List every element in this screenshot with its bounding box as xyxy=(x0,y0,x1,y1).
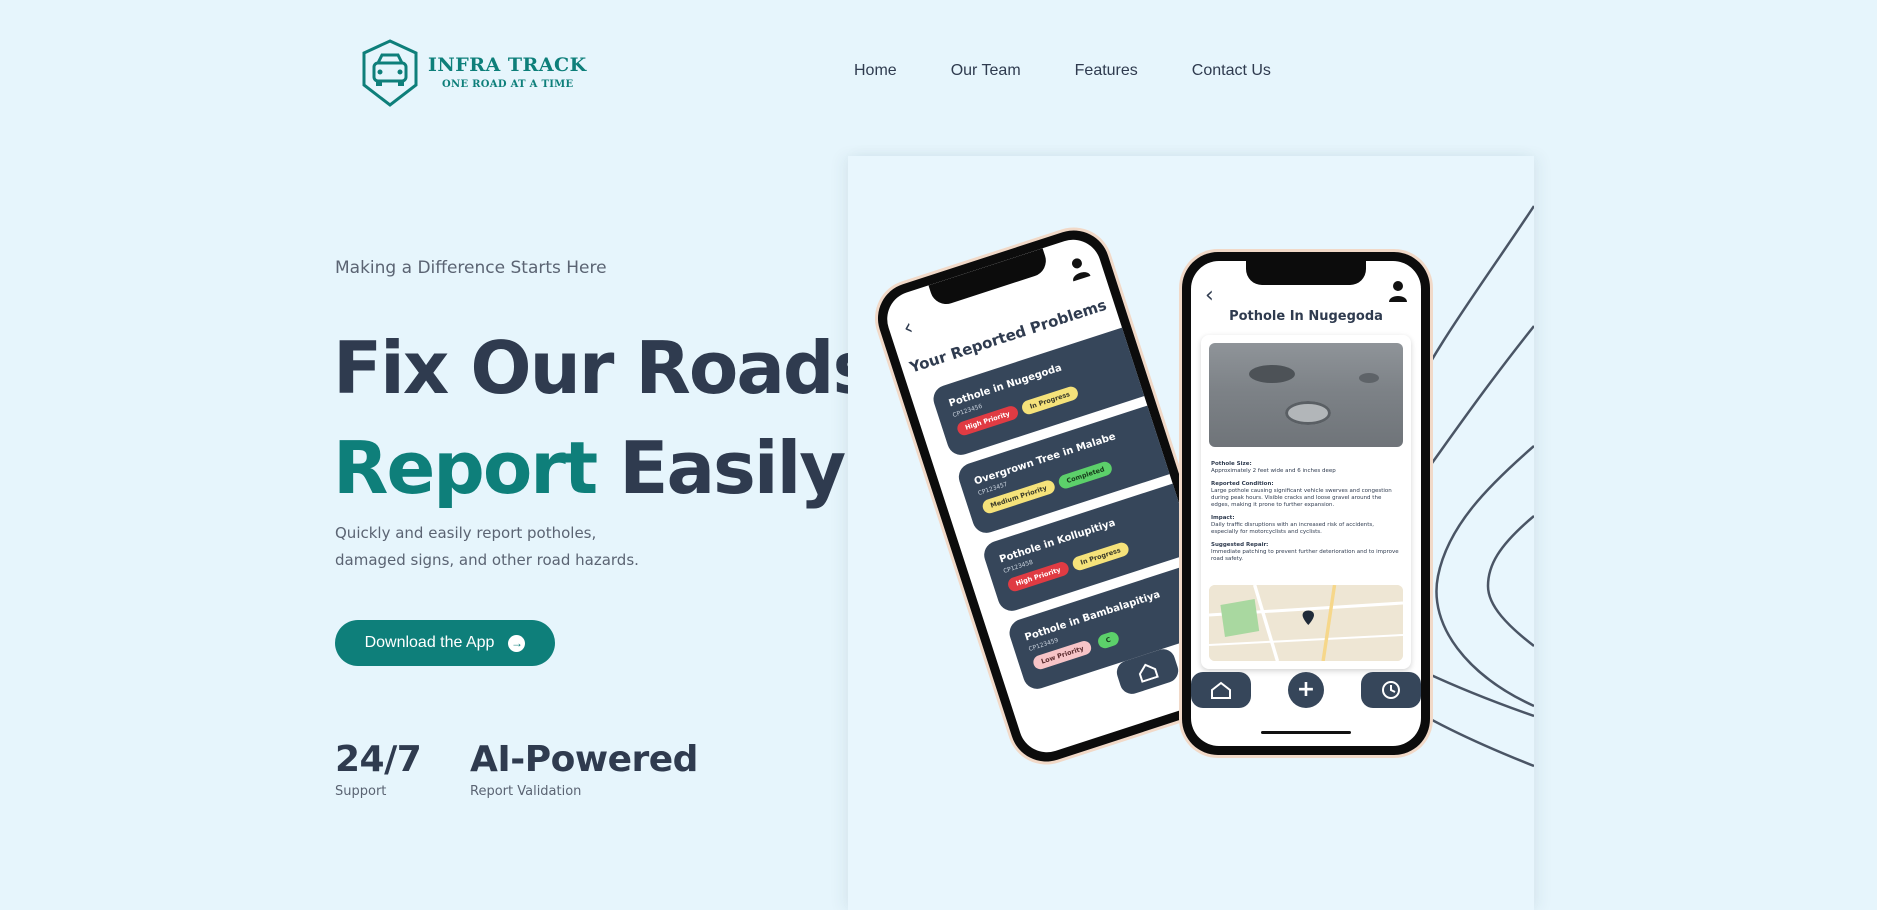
phone-pothole-detail: ‹ Pothole In Nugegoda Pothole Size: Appr… xyxy=(1182,252,1430,755)
user-icon[interactable] xyxy=(1064,253,1092,283)
priority-badge: Medium Priority xyxy=(980,478,1057,516)
home-nav-button[interactable] xyxy=(1191,672,1251,708)
brand-text: INFRA TRACK ONE ROAD AT A TIME xyxy=(428,54,587,91)
repair-label: Suggested Repair: xyxy=(1211,542,1269,548)
size-text: Approximately 2 feet wide and 6 inches d… xyxy=(1211,468,1336,474)
stat-label: Report Validation xyxy=(470,784,582,799)
home-indicator xyxy=(1261,731,1351,734)
headline-line-2: Report Easily xyxy=(333,418,873,518)
add-report-button[interactable]: + xyxy=(1288,672,1324,708)
pothole-detail-card: Pothole Size: Approximately 2 feet wide … xyxy=(1201,335,1411,669)
user-icon[interactable] xyxy=(1387,279,1409,303)
headline-line-2-rest: Easily xyxy=(619,426,846,510)
repair-text: Immediate patching to prevent further de… xyxy=(1211,549,1399,562)
impact-text: Daily traffic disruptions with an increa… xyxy=(1211,522,1374,535)
phone-screen: ‹ Pothole In Nugegoda Pothole Size: Appr… xyxy=(1191,261,1421,746)
nav-our-team[interactable]: Our Team xyxy=(951,62,1021,80)
hero-headline: Fix Our Roads Report Easily xyxy=(333,318,875,518)
nav-features[interactable]: Features xyxy=(1075,62,1138,80)
headline-line-1: Fix Our Roads xyxy=(333,326,875,410)
car-shield-icon xyxy=(362,39,418,107)
history-icon xyxy=(1382,681,1400,699)
main-nav: Home Our Team Features Contact Us xyxy=(854,62,1271,80)
location-map[interactable] xyxy=(1209,585,1403,661)
brand-name: INFRA TRACK xyxy=(428,54,587,76)
pothole-shape xyxy=(1359,373,1379,383)
condition-text: Large pothole causing significant vehicl… xyxy=(1211,488,1392,508)
screen-title: Pothole In Nugegoda xyxy=(1229,309,1383,324)
status-badge: In Progress xyxy=(1070,540,1131,573)
status-badge: In Progress xyxy=(1020,384,1080,417)
status-badge: Completed xyxy=(1056,459,1115,491)
condition-label: Reported Condition: xyxy=(1211,481,1274,487)
pothole-shape xyxy=(1249,365,1295,383)
hero-eyebrow: Making a Difference Starts Here xyxy=(335,258,607,278)
stat-value: 24/7 xyxy=(335,739,422,780)
status-badge: C xyxy=(1096,630,1121,650)
nav-home[interactable]: Home xyxy=(854,62,897,80)
headline-accent: Report xyxy=(333,426,598,510)
size-label: Pothole Size: xyxy=(1211,461,1252,467)
phone-notch xyxy=(1246,261,1366,285)
pothole-shape xyxy=(1285,401,1331,425)
back-chevron-icon[interactable]: ‹ xyxy=(1205,283,1214,308)
hero-subtitle: Quickly and easily report potholes, dama… xyxy=(335,524,639,569)
stat-label: Support xyxy=(335,784,387,799)
pothole-photo xyxy=(1209,343,1403,447)
bottom-nav: + xyxy=(1191,672,1421,712)
map-graphic xyxy=(1209,585,1403,661)
download-app-label: Download the App xyxy=(364,634,495,651)
brand-logo[interactable]: INFRA TRACK ONE ROAD AT A TIME xyxy=(360,38,600,108)
pothole-description: Pothole Size: Approximately 2 feet wide … xyxy=(1211,455,1401,563)
nav-contact-us[interactable]: Contact Us xyxy=(1192,62,1271,80)
back-chevron-icon[interactable]: ‹ xyxy=(900,315,916,341)
stat-ai-powered: AI-Powered Report Validation xyxy=(470,739,698,800)
home-icon xyxy=(1138,663,1159,683)
home-icon xyxy=(1211,681,1231,699)
download-app-button[interactable]: Download the App → xyxy=(335,620,555,666)
stat-value: AI-Powered xyxy=(470,739,698,780)
arrow-right-circle-icon: → xyxy=(508,634,526,652)
history-nav-button[interactable] xyxy=(1361,672,1421,708)
brand-tagline: ONE ROAD AT A TIME xyxy=(442,79,574,90)
stat-support: 24/7 Support xyxy=(335,739,422,800)
landing-page: INFRA TRACK ONE ROAD AT A TIME Home Our … xyxy=(0,0,1877,910)
impact-label: Impact: xyxy=(1211,515,1235,521)
